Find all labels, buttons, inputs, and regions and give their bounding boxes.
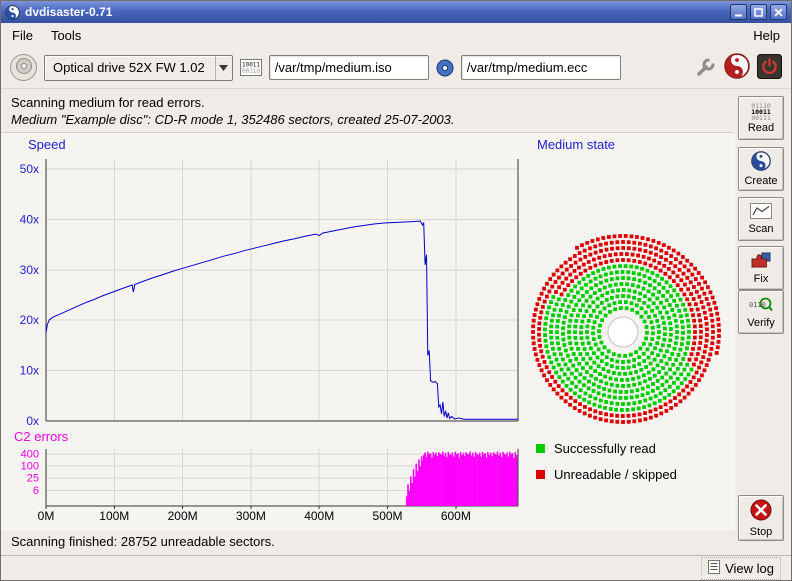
svg-text:0x: 0x — [26, 414, 39, 428]
svg-text:00110: 00110 — [242, 68, 260, 75]
menubar: File Tools Help — [1, 23, 791, 47]
scan-status-text: Scanning medium for read errors. — [11, 94, 733, 111]
verify-button-label: Verify — [747, 317, 775, 329]
svg-text:500M: 500M — [373, 509, 403, 523]
svg-text:40x: 40x — [20, 212, 39, 226]
legend-unreadable: Unreadable / skipped — [536, 467, 677, 482]
ecc-path-input[interactable] — [461, 55, 621, 80]
log-icon — [708, 560, 720, 577]
drive-select[interactable]: Optical drive 52X FW 1.02 — [44, 55, 233, 81]
medium-state-disc — [521, 230, 725, 434]
menu-file[interactable]: File — [3, 25, 42, 46]
legend-label-bad: Unreadable / skipped — [554, 467, 677, 482]
svg-text:25: 25 — [27, 472, 39, 484]
info-panel: Scanning medium for read errors. Medium … — [1, 89, 733, 133]
puzzle-icon — [750, 251, 772, 272]
disc-icon — [15, 57, 33, 78]
action-sidebar: 01110 10011 00111 Read Create Scan Fix 0… — [738, 91, 786, 543]
medium-state-label: Medium state — [537, 137, 615, 152]
svg-text:0M: 0M — [38, 509, 55, 523]
statusbar: View log — [1, 555, 791, 580]
minimize-button[interactable] — [730, 4, 747, 20]
drive-select-value: Optical drive 52X FW 1.02 — [45, 56, 215, 80]
view-log-button[interactable]: View log — [701, 557, 781, 580]
logo-button[interactable] — [724, 53, 750, 82]
titlebar[interactable]: dvdisaster-0.71 — [1, 1, 791, 23]
stop-button-label: Stop — [750, 526, 773, 538]
legend-successfully-read: Successfully read — [536, 441, 656, 456]
svg-text:400M: 400M — [304, 509, 334, 523]
chart-area: 0x 10x 20x 30x 40x 50x 400100256 0M 100M 200M 300M… — [1, 133, 735, 531]
scan-result-text: Scanning finished: 28752 unreadable sect… — [11, 534, 275, 549]
scan-chart-icon — [750, 203, 772, 222]
svg-text:600M: 600M — [441, 509, 471, 523]
svg-text:6: 6 — [33, 485, 39, 497]
verify-button[interactable]: 0110 Verify — [738, 290, 784, 334]
magnifier-binary-icon: 0110 — [749, 296, 773, 316]
read-button-label: Read — [748, 122, 774, 134]
quit-button[interactable] — [757, 54, 782, 82]
fix-button[interactable]: Fix — [738, 246, 784, 290]
svg-text:200M: 200M — [168, 509, 198, 523]
fix-button-label: Fix — [754, 273, 769, 285]
binary-lines-icon: 01110 10011 00111 — [751, 103, 771, 121]
stop-icon — [749, 498, 773, 525]
red-swatch-icon — [536, 470, 545, 479]
preferences-button[interactable] — [694, 55, 717, 81]
legend-label-good: Successfully read — [554, 441, 656, 456]
maximize-button[interactable] — [750, 4, 767, 20]
stop-button[interactable]: Stop — [738, 495, 784, 541]
speed-chart-label: Speed — [28, 137, 66, 152]
yin-yang-icon — [751, 151, 771, 174]
app-logo-icon — [5, 5, 20, 20]
scan-button[interactable]: Scan — [738, 197, 784, 241]
svg-text:100M: 100M — [99, 509, 129, 523]
svg-text:30x: 30x — [20, 263, 39, 277]
iso-image-icon: 1001100110 — [240, 59, 262, 76]
close-button[interactable] — [770, 4, 787, 20]
medium-info-text: Medium "Example disc": CD-R mode 1, 3524… — [11, 111, 733, 128]
toolbar: Optical drive 52X FW 1.02 1001100110 — [1, 47, 791, 89]
ecc-file-icon — [436, 59, 454, 77]
red-yinyang-icon — [724, 53, 750, 82]
svg-text:20x: 20x — [20, 313, 39, 327]
menu-tools[interactable]: Tools — [42, 25, 90, 46]
create-button[interactable]: Create — [738, 147, 784, 191]
iso-path-input[interactable] — [269, 55, 429, 80]
window-title: dvdisaster-0.71 — [25, 5, 112, 19]
power-icon — [757, 54, 782, 82]
svg-text:100: 100 — [21, 460, 39, 472]
svg-text:10x: 10x — [20, 364, 39, 378]
menu-help[interactable]: Help — [744, 25, 789, 46]
wrench-icon — [694, 55, 717, 81]
green-swatch-icon — [536, 444, 545, 453]
svg-text:50x: 50x — [20, 162, 39, 176]
scan-button-label: Scan — [748, 223, 773, 235]
view-log-label: View log — [725, 561, 774, 576]
drive-eject-button[interactable] — [10, 54, 37, 81]
svg-text:400: 400 — [21, 448, 39, 460]
c2-errors-label: C2 errors — [14, 429, 68, 444]
svg-text:300M: 300M — [236, 509, 266, 523]
create-button-label: Create — [744, 175, 777, 187]
chevron-down-icon — [215, 56, 232, 80]
read-button[interactable]: 01110 10011 00111 Read — [738, 96, 784, 140]
